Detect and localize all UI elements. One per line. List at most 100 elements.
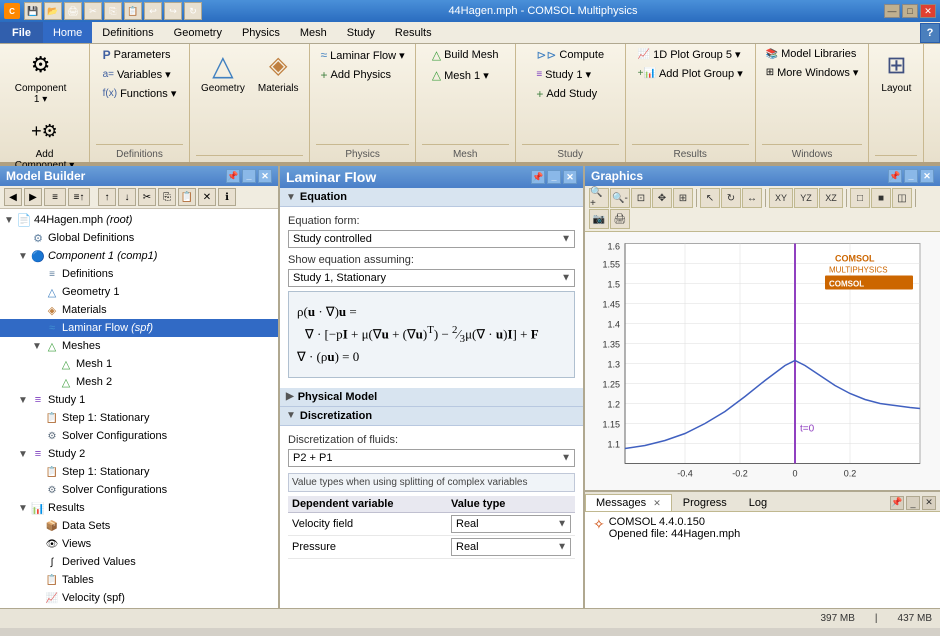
tree-item-study1[interactable]: ▼ ≡ Study 1 — [0, 391, 278, 409]
disc-row2-select[interactable]: Real — [451, 538, 571, 556]
g-view-xy[interactable]: XY — [769, 188, 793, 208]
show-equation-select[interactable]: Study 1, Stationary — [288, 269, 575, 287]
g-view-yz[interactable]: YZ — [794, 188, 818, 208]
ribbon-geometry[interactable]: △ Geometry — [196, 46, 250, 97]
ribbon-variables[interactable]: a= Variables ▾ — [99, 66, 175, 83]
tree-collapse-all[interactable]: ≡↑ — [68, 188, 90, 206]
graphics-close[interactable]: ✕ — [920, 169, 934, 183]
graphics-collapse[interactable]: _ — [904, 169, 918, 183]
expand-root[interactable]: ▼ — [2, 213, 16, 227]
expand-comp1[interactable]: ▼ — [16, 249, 30, 263]
ribbon-build-mesh[interactable]: △ Build Mesh — [428, 46, 503, 64]
expand-laminar[interactable] — [30, 321, 44, 335]
tree-item-materials[interactable]: ◈ Materials — [0, 301, 278, 319]
msg-close[interactable]: ✕ — [922, 496, 936, 510]
ribbon-add-plot[interactable]: +📊 Add Plot Group ▾ — [634, 65, 747, 82]
tree-item-solver1[interactable]: ⚙ Solver Configurations — [0, 427, 278, 445]
tree-item-meshes[interactable]: ▼ △ Meshes — [0, 337, 278, 355]
g-transparent[interactable]: ◫ — [892, 188, 912, 208]
tree-copy-item[interactable]: ⎘ — [158, 188, 176, 206]
tree-item-mesh1[interactable]: △ Mesh 1 — [0, 355, 278, 373]
menu-mesh[interactable]: Mesh — [290, 22, 337, 43]
g-print-graph[interactable]: 🖨 — [610, 209, 630, 229]
help-button[interactable]: ? — [920, 23, 940, 43]
g-pan[interactable]: ✥ — [652, 188, 672, 208]
ribbon-layout[interactable]: ⊞ Layout — [875, 46, 917, 97]
tree-expand-all[interactable]: ≡ — [44, 188, 66, 206]
tb-print[interactable]: 🖨 — [64, 2, 82, 20]
ribbon-mesh1[interactable]: △ Mesh 1 ▾ — [428, 66, 493, 84]
g-wireframe[interactable]: □ — [850, 188, 870, 208]
tree-move-up[interactable]: ↑ — [98, 188, 116, 206]
expand-step1-2[interactable] — [30, 465, 44, 479]
expand-meshes[interactable]: ▼ — [30, 339, 44, 353]
g-translate[interactable]: ↔ — [742, 188, 762, 208]
g-view-xz[interactable]: XZ — [819, 188, 843, 208]
ribbon-materials[interactable]: ◈ Materials — [253, 46, 304, 97]
expand-study2[interactable]: ▼ — [16, 447, 30, 461]
menu-results[interactable]: Results — [385, 22, 442, 43]
menu-file[interactable]: File — [0, 22, 43, 43]
expand-results[interactable]: ▼ — [16, 501, 30, 515]
tb-redo[interactable]: ↪ — [164, 2, 182, 20]
ribbon-1d-plot[interactable]: 📈 1D Plot Group 5 ▾ — [634, 46, 745, 63]
maximize-btn[interactable]: □ — [902, 4, 918, 18]
expand-materials[interactable] — [30, 303, 44, 317]
menu-study[interactable]: Study — [337, 22, 385, 43]
tab-log[interactable]: Log — [738, 494, 778, 511]
ribbon-add-component[interactable]: +⚙ AddComponent ▾ — [10, 112, 80, 174]
tree-item-geom1[interactable]: △ Geometry 1 — [0, 283, 278, 301]
ribbon-add-study[interactable]: + Add Study — [532, 85, 601, 103]
graphics-pin[interactable]: 📌 — [888, 169, 902, 183]
equation-section-header[interactable]: ▼ Equation — [280, 188, 583, 207]
tree-item-results[interactable]: ▼ 📊 Results — [0, 499, 278, 517]
tree-item-step1-2[interactable]: 📋 Step 1: Stationary — [0, 463, 278, 481]
ribbon-add-physics[interactable]: + Add Physics — [316, 66, 395, 84]
tree-item-solver2[interactable]: ⚙ Solver Configurations — [0, 481, 278, 499]
g-reset-view[interactable]: ⊞ — [673, 188, 693, 208]
tree-item-laminar-flow[interactable]: ≈ Laminar Flow (spf) — [0, 319, 278, 337]
tree-item-root[interactable]: ▼ 📄 44Hagen.mph (root) — [0, 211, 278, 229]
tb-cut[interactable]: ✂ — [84, 2, 102, 20]
expand-derived[interactable] — [30, 555, 44, 569]
discretization-section-header[interactable]: ▼ Discretization — [280, 407, 583, 426]
tree-item-mesh2[interactable]: △ Mesh 2 — [0, 373, 278, 391]
msg-collapse[interactable]: _ — [906, 496, 920, 510]
tree-info-item[interactable]: ℹ — [218, 188, 236, 206]
close-btn[interactable]: ✕ — [920, 4, 936, 18]
tree-item-tables[interactable]: 📋 Tables — [0, 571, 278, 589]
mb-pin-btn[interactable]: 📌 — [226, 169, 240, 183]
tree-item-study2[interactable]: ▼ ≡ Study 2 — [0, 445, 278, 463]
ribbon-parameters[interactable]: P Parameters — [99, 46, 175, 64]
tree-item-pressure-spf[interactable]: 📈 Pressure (spf) — [0, 607, 278, 608]
messages-tab-close[interactable]: ✕ — [653, 498, 661, 508]
tree-item-velocity-spf[interactable]: 📈 Velocity (spf) — [0, 589, 278, 607]
expand-step1-1[interactable] — [30, 411, 44, 425]
tree-cut-item[interactable]: ✂ — [138, 188, 156, 206]
g-screenshot[interactable]: 📷 — [589, 209, 609, 229]
ribbon-component1[interactable]: ⚙ Component1 ▾ — [10, 46, 72, 108]
menu-geometry[interactable]: Geometry — [164, 22, 232, 43]
tree-move-down[interactable]: ↓ — [118, 188, 136, 206]
g-solid[interactable]: ■ — [871, 188, 891, 208]
ribbon-model-libraries[interactable]: 📚 Model Libraries — [762, 46, 861, 62]
menu-home[interactable]: Home — [43, 22, 92, 43]
tab-messages[interactable]: Messages ✕ — [585, 494, 672, 511]
expand-global-defs[interactable] — [16, 231, 30, 245]
g-select[interactable]: ↖ — [700, 188, 720, 208]
expand-tables[interactable] — [30, 573, 44, 587]
ribbon-laminar-flow[interactable]: ≈ Laminar Flow ▾ — [316, 46, 408, 64]
disc-row1-select[interactable]: Real — [451, 515, 571, 533]
tree-item-comp1[interactable]: ▼ 🔵 Component 1 (comp1) — [0, 247, 278, 265]
mb-close-btn[interactable]: ✕ — [258, 169, 272, 183]
tree-item-derived[interactable]: ∫ Derived Values — [0, 553, 278, 571]
ribbon-study1[interactable]: ≡ Study 1 ▾ — [532, 66, 595, 83]
lf-close[interactable]: ✕ — [563, 170, 577, 184]
g-zoom-box[interactable]: ⊡ — [631, 188, 651, 208]
minimize-btn[interactable]: — — [884, 4, 900, 18]
tb-open[interactable]: 📂 — [44, 2, 62, 20]
ribbon-more-windows[interactable]: ⊞ More Windows ▾ — [762, 64, 863, 81]
tb-update[interactable]: ↻ — [184, 2, 202, 20]
tb-copy[interactable]: ⎘ — [104, 2, 122, 20]
g-zoom-in[interactable]: 🔍+ — [589, 188, 609, 208]
